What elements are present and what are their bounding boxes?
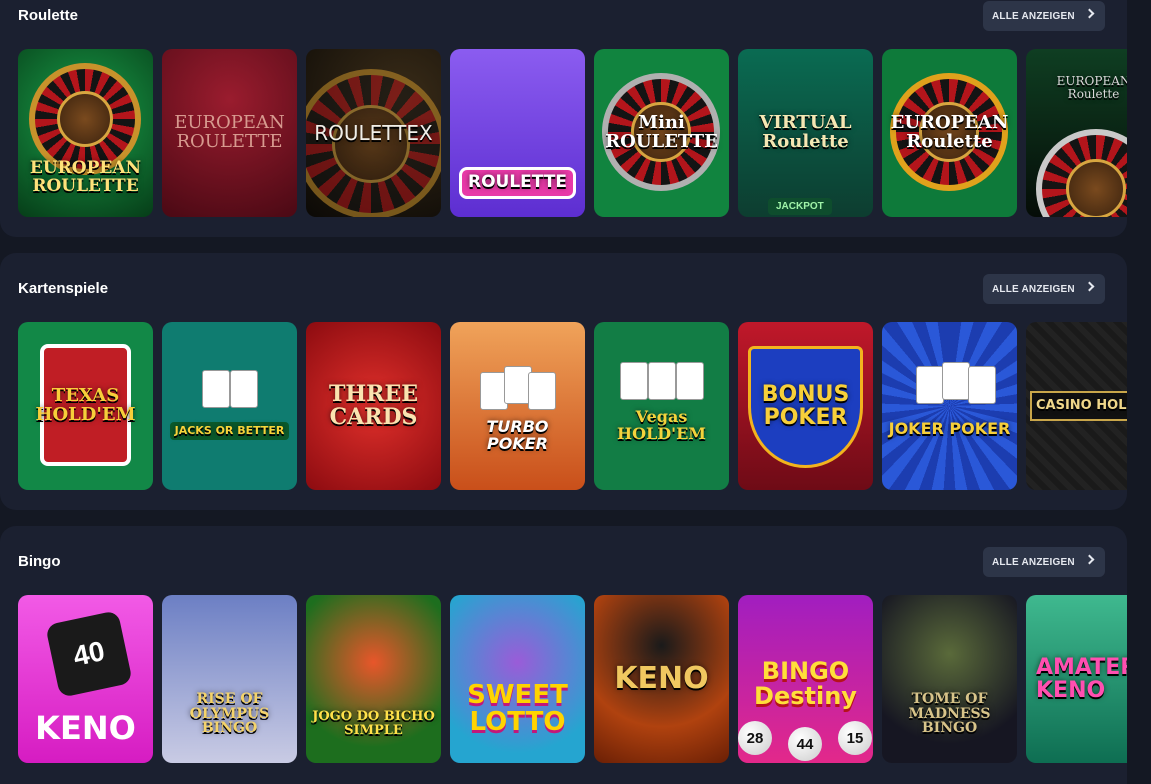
game-tile[interactable]: Vegas HOLD'EM — [594, 322, 729, 490]
bingo-ball-icon: 28 — [738, 721, 772, 755]
section-title: Bingo — [18, 553, 61, 570]
game-tile[interactable]: SWEET LOTTO — [450, 595, 585, 763]
section-bingo: Bingo ALLE ANZEIGEN 40 KENO RISE OF OLYM… — [0, 526, 1127, 784]
game-title: CASINO HOLD' — [1030, 391, 1127, 421]
show-all-button[interactable]: ALLE ANZEIGEN — [983, 547, 1105, 577]
bingo-ball-icon: 15 — [838, 721, 872, 755]
show-all-label: ALLE ANZEIGEN — [992, 283, 1075, 295]
roulette-wheel-icon — [1036, 129, 1127, 217]
game-tile[interactable]: EUROPEAN Roulette — [882, 49, 1017, 217]
game-tile[interactable]: EUROPEAN ROULETTE — [18, 49, 153, 217]
game-tile[interactable]: JOKER POKER — [882, 322, 1017, 490]
playing-card-icon — [202, 370, 230, 408]
playing-card-icon — [620, 362, 648, 400]
chevron-right-icon — [1084, 554, 1095, 565]
game-tile[interactable]: 40 KENO — [18, 595, 153, 763]
game-title: Mini ROULETTE — [605, 112, 718, 152]
game-title: EUROPEAN ROULETTE — [174, 112, 285, 152]
game-title: Vegas HOLD'EM — [617, 407, 706, 443]
dice-icon: 40 — [45, 610, 133, 698]
game-title: KENO — [35, 709, 136, 748]
game-tile[interactable]: THREE CARDS — [306, 322, 441, 490]
chevron-right-icon — [1084, 281, 1095, 292]
playing-card-icon — [676, 362, 704, 400]
dice-number: 40 — [70, 635, 108, 672]
game-title: ROULETTEX — [314, 120, 433, 145]
game-tile[interactable]: EUROPEAN Roulette — [1026, 49, 1127, 217]
game-tile[interactable]: ROULETTEX — [306, 49, 441, 217]
game-title: JOKER POKER — [888, 418, 1011, 438]
game-title: BONUS POKER — [761, 381, 850, 430]
game-title: KENO — [614, 661, 709, 697]
playing-card-icon — [528, 372, 556, 410]
show-all-button[interactable]: ALLE ANZEIGEN — [983, 274, 1105, 304]
game-tile[interactable]: ROULETTE — [450, 49, 585, 217]
game-tile[interactable]: JACKS OR BETTER — [162, 322, 297, 490]
playing-card-icon — [968, 366, 996, 404]
game-title: VIRTUAL Roulette — [759, 112, 852, 152]
section-title: Roulette — [18, 7, 78, 24]
game-title: TURBO POKER — [486, 417, 549, 453]
game-row: TEXAS HOLD'EM JACKS OR BETTER THREE CARD… — [18, 322, 1127, 490]
show-all-label: ALLE ANZEIGEN — [992, 556, 1075, 568]
game-title: AMATERA KENO — [1036, 654, 1127, 703]
bingo-ball-icon: 44 — [788, 727, 822, 761]
game-title: EUROPEAN Roulette — [890, 112, 1009, 152]
game-tile[interactable]: TURBO POKER — [450, 322, 585, 490]
game-tile[interactable]: CASINO HOLD' — [1026, 322, 1127, 490]
game-title: EUROPEAN Roulette — [1056, 74, 1127, 101]
playing-card-icon — [230, 370, 258, 408]
playing-card-icon — [916, 366, 944, 404]
game-row: 40 KENO RISE OF OLYMPUS BINGO JOGO DO BI… — [18, 595, 1127, 763]
game-title: THREE CARDS — [329, 380, 418, 430]
game-tile[interactable]: BINGO Destiny 28 44 15 — [738, 595, 873, 763]
game-title: TOME OF MADNESS BINGO — [908, 690, 991, 737]
game-row: EUROPEAN ROULETTE EUROPEAN ROULETTE ROUL… — [18, 49, 1127, 217]
show-all-button[interactable]: ALLE ANZEIGEN — [983, 1, 1105, 31]
game-tile[interactable]: VIRTUAL Roulette JACKPOT — [738, 49, 873, 217]
playing-card-icon — [942, 362, 970, 400]
game-tile[interactable]: TOME OF MADNESS BINGO — [882, 595, 1017, 763]
game-tile[interactable]: JOGO DO BICHO SIMPLE — [306, 595, 441, 763]
section-roulette: Roulette ALLE ANZEIGEN EUROPEAN ROULETTE… — [0, 0, 1127, 237]
game-tile[interactable]: BONUS POKER — [738, 322, 873, 490]
game-tile[interactable]: Mini ROULETTE — [594, 49, 729, 217]
game-tile[interactable]: TEXAS HOLD'EM — [18, 322, 153, 490]
game-tile[interactable]: KENO — [594, 595, 729, 763]
show-all-label: ALLE ANZEIGEN — [992, 10, 1075, 22]
game-title: SWEET LOTTO — [467, 679, 568, 737]
game-title: ROULETTE — [459, 167, 576, 199]
game-title: TEXAS HOLD'EM — [35, 385, 136, 425]
game-tile[interactable]: AMATERA KENO — [1026, 595, 1127, 763]
game-title: BINGO Destiny — [754, 656, 857, 710]
jackpot-badge: JACKPOT — [768, 198, 832, 215]
game-title: JACKS OR BETTER — [169, 422, 290, 440]
game-tile[interactable]: EUROPEAN ROULETTE — [162, 49, 297, 217]
game-title: EUROPEAN ROULETTE — [29, 158, 142, 196]
game-title: RISE OF OLYMPUS BINGO — [189, 690, 270, 737]
chevron-right-icon — [1084, 8, 1095, 19]
section-card-games: Kartenspiele ALLE ANZEIGEN TEXAS HOLD'EM… — [0, 253, 1127, 510]
playing-card-icon — [648, 362, 676, 400]
game-tile[interactable]: RISE OF OLYMPUS BINGO — [162, 595, 297, 763]
section-title: Kartenspiele — [18, 280, 109, 297]
game-title: JOGO DO BICHO SIMPLE — [312, 709, 435, 738]
